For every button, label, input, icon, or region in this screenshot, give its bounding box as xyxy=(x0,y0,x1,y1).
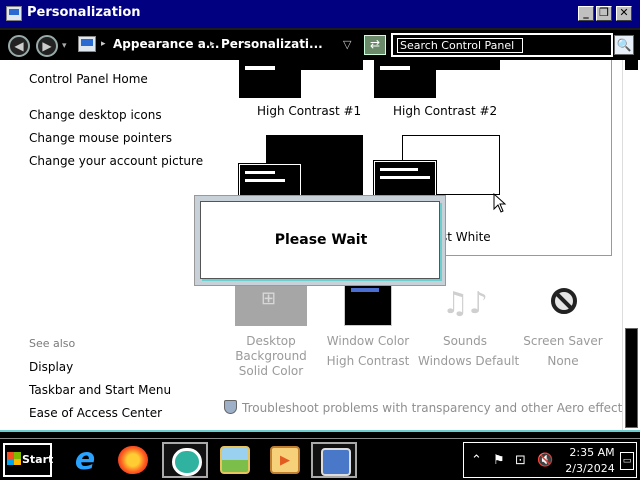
theme-thumbnail[interactable] xyxy=(374,60,436,98)
breadcrumb-personalization[interactable]: Personalizati... xyxy=(221,37,323,51)
theme-thumbnail-high-contrast-white[interactable] xyxy=(373,160,437,198)
breadcrumb-appearance[interactable]: Appearance a... xyxy=(113,37,219,51)
display-link[interactable]: Display xyxy=(29,360,73,374)
clock-date[interactable]: 2/3/2024 xyxy=(562,462,618,475)
volume-muted-icon[interactable]: 🔇 xyxy=(537,453,553,468)
taskbar: Start e ⌃ ⚑ ⊡ 🔇 2:35 AM 2/3/2024 ▭ xyxy=(0,438,640,480)
forward-button[interactable]: ▶ xyxy=(36,35,58,57)
breadcrumb-separator-icon[interactable]: ▸ xyxy=(210,39,215,49)
screen-saver-label: Screen Saver xyxy=(523,334,603,348)
taskbar-personalization[interactable] xyxy=(311,442,357,478)
screen-saver-value: None xyxy=(547,354,579,368)
shield-icon xyxy=(224,400,237,414)
sounds-icon: ♫♪ xyxy=(441,286,489,321)
start-button[interactable]: Start xyxy=(3,443,54,477)
change-desktop-icons-link[interactable]: Change desktop icons xyxy=(29,108,162,122)
see-also-heading: See also xyxy=(29,337,76,350)
notification-area: ⌃ ⚑ ⊡ 🔇 2:35 AM 2/3/2024 ▭ xyxy=(463,442,637,478)
media-player-icon xyxy=(270,446,300,474)
control-panel-icon xyxy=(78,36,96,52)
search-box xyxy=(391,33,613,57)
theme-thumbnail[interactable] xyxy=(239,60,301,98)
theme-thumbnail[interactable] xyxy=(301,60,363,70)
desktop-background-value: Solid Color xyxy=(238,364,304,378)
ease-of-access-link[interactable]: Ease of Access Center xyxy=(29,406,162,420)
internet-explorer-icon: e xyxy=(74,442,96,477)
personalization-icon xyxy=(321,448,351,476)
minimize-button[interactable]: _ xyxy=(578,6,594,21)
taskbar-thunderbird[interactable] xyxy=(162,442,208,478)
sounds-item[interactable]: ♫♪ Sounds Windows Default xyxy=(418,282,520,369)
taskbar-photo-viewer[interactable] xyxy=(212,442,258,478)
scrollbar-thumb[interactable] xyxy=(625,328,638,428)
app-icon xyxy=(172,448,202,476)
window-color-item[interactable]: Window Color High Contrast xyxy=(326,282,410,369)
taskbar-firefox[interactable] xyxy=(110,442,156,478)
maximize-button[interactable]: ❐ xyxy=(596,6,612,21)
troubleshoot-link[interactable]: Troubleshoot problems with transparency … xyxy=(224,400,629,415)
taskbar-internet-explorer[interactable]: e xyxy=(62,442,108,478)
theme-label-high-contrast-2[interactable]: High Contrast #2 xyxy=(393,104,497,118)
vertical-scrollbar[interactable] xyxy=(622,60,640,430)
scrollbar-track-top[interactable] xyxy=(625,60,638,70)
taskbar-media-player[interactable] xyxy=(262,442,308,478)
troubleshoot-text[interactable]: Troubleshoot problems with transparency … xyxy=(242,401,629,415)
action-center-flag-icon[interactable]: ⚑ xyxy=(493,453,505,468)
title-bar: Personalization _ ❐ ✕ xyxy=(0,0,640,28)
window-color-icon xyxy=(344,282,392,326)
address-bar: ◀ ▶ ▾ ▸ Appearance a... ▸ Personalizati.… xyxy=(0,28,640,58)
windows-logo-icon xyxy=(7,452,21,465)
taskbar-start-menu-link[interactable]: Taskbar and Start Menu xyxy=(29,383,171,397)
please-wait-dialog: Please Wait xyxy=(200,201,440,279)
window-bottom-border xyxy=(0,430,640,438)
change-account-picture-link[interactable]: Change your account picture xyxy=(29,154,203,168)
theme-thumbnail[interactable] xyxy=(436,60,500,70)
desktop-background-label-2: Background xyxy=(235,349,307,363)
window-title: Personalization xyxy=(27,5,141,20)
screen-saver-icon xyxy=(527,282,599,326)
back-button[interactable]: ◀ xyxy=(8,35,30,57)
window-color-label: Window Color xyxy=(326,334,410,348)
close-button[interactable]: ✕ xyxy=(616,6,632,21)
firefox-icon xyxy=(118,446,148,474)
task-pane: Control Panel Home Change desktop icons … xyxy=(0,60,222,430)
theme-label-high-contrast-white[interactable]: st White xyxy=(441,230,491,244)
desktop-background-label: Desktop xyxy=(246,334,296,348)
dialog-message: Please Wait xyxy=(274,232,368,248)
theme-label-high-contrast-1[interactable]: High Contrast #1 xyxy=(257,104,361,118)
sounds-label: Sounds xyxy=(442,334,488,348)
desktop-background-item[interactable]: Desktop Background Solid Color xyxy=(228,282,314,379)
control-panel-home-link[interactable]: Control Panel Home xyxy=(29,72,148,86)
network-icon[interactable]: ⊡ xyxy=(515,453,526,468)
clock-time[interactable]: 2:35 AM xyxy=(568,446,616,459)
sounds-value: Windows Default xyxy=(418,354,520,368)
history-dropdown-icon[interactable]: ▾ xyxy=(62,41,67,51)
search-input[interactable] xyxy=(397,38,523,53)
photo-viewer-icon xyxy=(220,446,250,474)
window-color-value: High Contrast xyxy=(326,354,410,368)
search-icon[interactable]: 🔍 xyxy=(614,35,634,55)
address-dropdown-icon[interactable]: ▽ xyxy=(343,38,351,51)
desktop-background-icon xyxy=(235,282,307,326)
refresh-button[interactable]: ⇄ xyxy=(364,35,386,55)
breadcrumb-separator-icon[interactable]: ▸ xyxy=(101,39,106,49)
show-desktop-button[interactable]: ▭ xyxy=(620,452,634,470)
screen-saver-item[interactable]: Screen Saver None xyxy=(520,282,606,369)
start-label: Start xyxy=(22,453,54,466)
change-mouse-pointers-link[interactable]: Change mouse pointers xyxy=(29,131,172,145)
personalization-icon xyxy=(6,6,22,21)
show-hidden-icons-icon[interactable]: ⌃ xyxy=(471,453,482,468)
